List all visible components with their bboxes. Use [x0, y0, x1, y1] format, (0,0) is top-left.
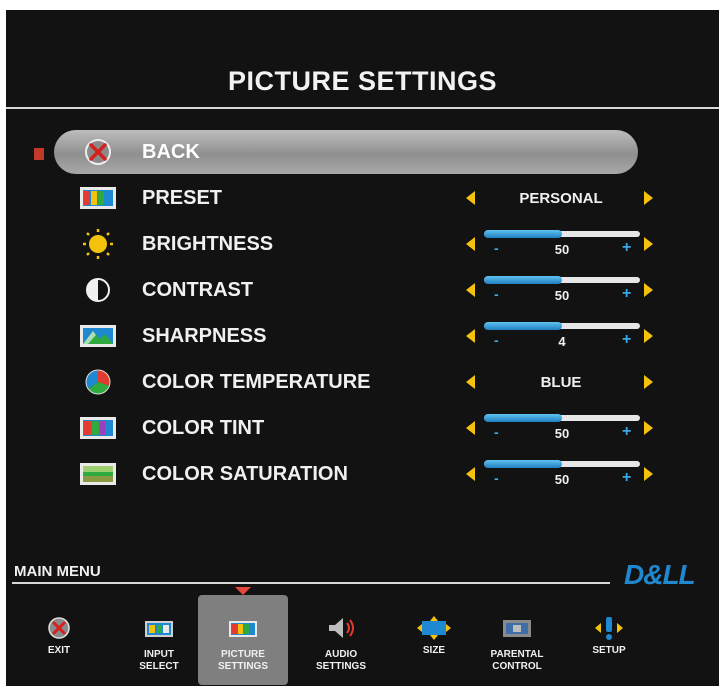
- increase-arrow-icon[interactable]: [644, 421, 653, 435]
- slider-fill: [484, 322, 562, 330]
- increase-arrow-icon[interactable]: [644, 237, 653, 251]
- nav-label: PARENTAL CONTROL: [490, 649, 544, 672]
- minus-icon: -: [494, 470, 499, 486]
- dell-logo: D&LL: [624, 559, 696, 590]
- menu-item-sharpness[interactable]: SHARPNESS - 4 +: [54, 314, 653, 358]
- color-tint-icon: [80, 417, 116, 439]
- osd-screen: PICTURE SETTINGS BACK PRESET PERSONAL BR…: [6, 10, 719, 686]
- menu-item-label: COLOR TEMPERATURE: [142, 371, 371, 393]
- menu-item-label: BACK: [142, 141, 200, 163]
- page-title: PICTURE SETTINGS: [227, 66, 498, 96]
- decrease-arrow-icon[interactable]: [466, 237, 475, 251]
- decrease-arrow-icon[interactable]: [466, 375, 475, 389]
- color-temperature-icon: [85, 369, 111, 395]
- nav-audio-settings[interactable]: AUDIO SETTINGS: [296, 595, 386, 685]
- brightness-sun-icon: [83, 229, 113, 259]
- active-pointer-icon: [235, 587, 251, 595]
- sharpness-icon: [80, 325, 116, 347]
- exit-icon: [48, 617, 70, 639]
- color-tint-slider[interactable]: - 50 +: [484, 412, 640, 444]
- nav-label: PICTURE SETTINGS: [217, 649, 268, 672]
- menu-item-color-temperature[interactable]: COLOR TEMPERATURE BLUE: [54, 360, 653, 404]
- menu-item-contrast[interactable]: CONTRAST - 50 +: [54, 268, 653, 312]
- menu-item-preset[interactable]: PRESET PERSONAL: [54, 176, 653, 220]
- contrast-icon: [86, 278, 110, 302]
- nav-exit[interactable]: EXIT: [14, 595, 104, 685]
- menu-item-back[interactable]: BACK: [54, 130, 638, 174]
- slider-fill: [484, 460, 562, 468]
- menu-item-label: SHARPNESS: [142, 325, 267, 347]
- color-saturation-slider[interactable]: - 50 +: [484, 458, 640, 490]
- slider-value: 50: [554, 426, 570, 441]
- brightness-slider[interactable]: - 50 +: [484, 228, 640, 260]
- increase-arrow-icon[interactable]: [644, 191, 653, 205]
- audio-settings-icon: [329, 618, 354, 638]
- color-temperature-value: BLUE: [540, 374, 582, 391]
- size-icon: [417, 616, 451, 640]
- slider-value: 4: [558, 334, 566, 349]
- increase-arrow-icon[interactable]: [644, 467, 653, 481]
- nav-size[interactable]: SIZE: [389, 595, 479, 685]
- increase-arrow-icon[interactable]: [644, 375, 653, 389]
- nav-label: EXIT: [47, 645, 71, 656]
- setup-icon: [595, 617, 623, 640]
- plus-icon: +: [622, 423, 632, 440]
- parental-control-icon: [503, 620, 531, 637]
- decrease-arrow-icon[interactable]: [466, 421, 475, 435]
- slider-fill: [484, 414, 562, 422]
- picture-settings-icon: [229, 621, 257, 637]
- minus-icon: -: [494, 240, 499, 256]
- decrease-arrow-icon[interactable]: [466, 329, 475, 343]
- menu-item-brightness[interactable]: BRIGHTNESS - 50 +: [54, 222, 653, 266]
- decrease-arrow-icon[interactable]: [466, 191, 475, 205]
- decrease-arrow-icon[interactable]: [466, 283, 475, 297]
- plus-icon: +: [622, 469, 632, 486]
- color-saturation-icon: [80, 463, 116, 485]
- slider-value: 50: [554, 242, 570, 257]
- input-select-icon: [145, 621, 173, 637]
- contrast-slider[interactable]: - 50 +: [484, 274, 640, 306]
- nav-setup[interactable]: SETUP: [564, 595, 654, 685]
- plus-icon: +: [622, 239, 632, 256]
- main-menu-nav: EXIT INPUT SELECT PICTURE SETTINGS AUDIO…: [6, 587, 719, 690]
- menu-item-label: COLOR SATURATION: [142, 463, 348, 485]
- main-menu-divider: [12, 582, 610, 584]
- plus-icon: +: [622, 331, 632, 348]
- nav-label: INPUT SELECT: [139, 649, 179, 672]
- menu-item-color-saturation[interactable]: COLOR SATURATION - 50 +: [54, 452, 653, 496]
- nav-picture-settings[interactable]: PICTURE SETTINGS: [198, 587, 288, 685]
- nav-label: AUDIO SETTINGS: [315, 649, 366, 672]
- back-x-icon: [85, 139, 111, 165]
- decrease-arrow-icon[interactable]: [466, 467, 475, 481]
- main-menu-label: MAIN MENU: [14, 563, 101, 580]
- menu-item-label: PRESET: [142, 187, 223, 209]
- nav-label: SIZE: [422, 645, 446, 656]
- plus-icon: +: [622, 285, 632, 302]
- preset-tv-icon: [80, 187, 116, 209]
- slider-fill: [484, 230, 562, 238]
- menu-item-label: BRIGHTNESS: [142, 233, 274, 255]
- nav-input-select[interactable]: INPUT SELECT: [114, 595, 204, 685]
- menu-item-color-tint[interactable]: COLOR TINT - 50 +: [54, 406, 653, 450]
- menu-item-label: COLOR TINT: [142, 417, 265, 439]
- minus-icon: -: [494, 424, 499, 440]
- title-divider: [6, 107, 719, 109]
- menu-item-label: CONTRAST: [142, 279, 254, 301]
- selection-cursor-marker: [34, 148, 44, 160]
- nav-parental-control[interactable]: PARENTAL CONTROL: [472, 595, 562, 685]
- slider-value: 50: [554, 472, 570, 487]
- increase-arrow-icon[interactable]: [644, 329, 653, 343]
- slider-value: 50: [554, 288, 570, 303]
- slider-fill: [484, 276, 562, 284]
- minus-icon: -: [494, 286, 499, 302]
- nav-label: SETUP: [592, 645, 626, 656]
- increase-arrow-icon[interactable]: [644, 283, 653, 297]
- sharpness-slider[interactable]: - 4 +: [484, 320, 640, 352]
- minus-icon: -: [494, 332, 499, 348]
- preset-value: PERSONAL: [519, 190, 603, 207]
